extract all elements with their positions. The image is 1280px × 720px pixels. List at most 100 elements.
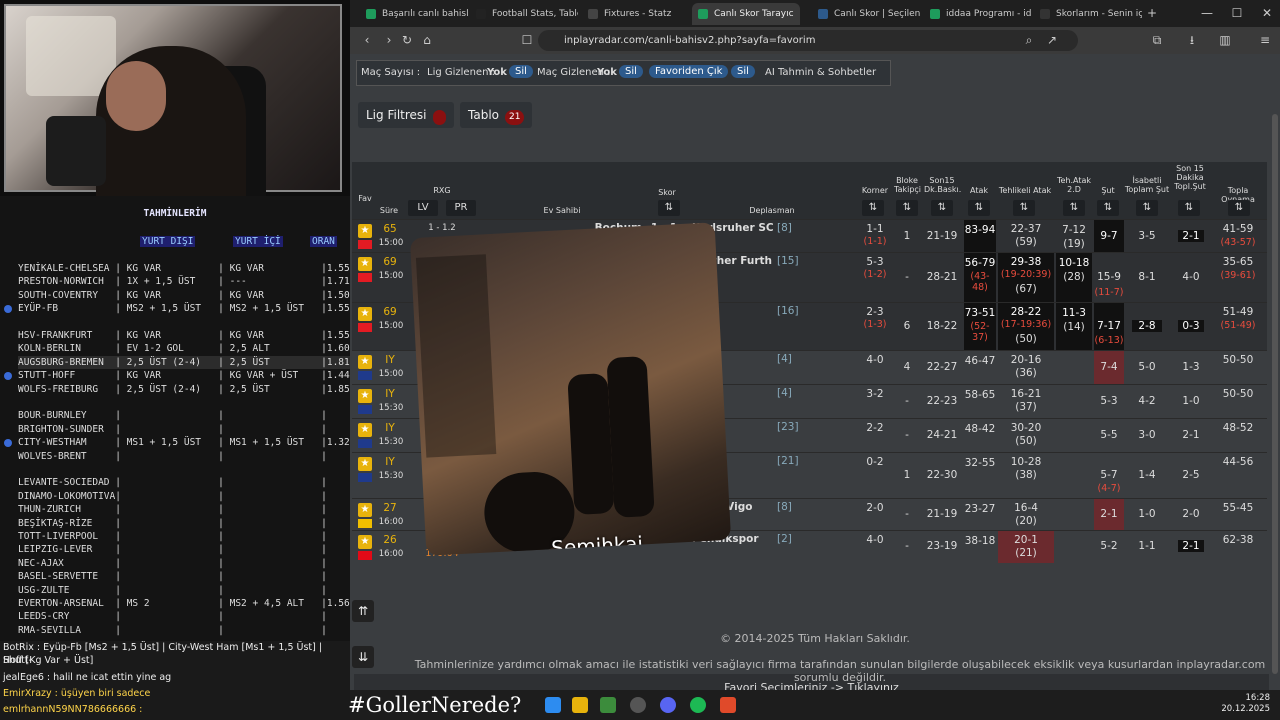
tablo-label: Tablo (468, 108, 499, 122)
header-sut: Şut (1101, 186, 1115, 195)
country-flag-icon (358, 240, 372, 249)
favorite-star-icon[interactable]: ★ (358, 503, 372, 517)
favorite-star-icon[interactable]: ★ (358, 389, 372, 403)
brave-icon[interactable] (720, 697, 736, 713)
bookmark-icon[interactable]: ☐ (520, 33, 534, 47)
lig-gizlenen-label: Lig Gizlenen : (427, 67, 495, 78)
sut-value: 5-5 (1100, 429, 1118, 441)
notes-app-icon[interactable] (600, 697, 616, 713)
away-rank: [23] (777, 421, 799, 433)
topla-oynama-value: 62-38 (1222, 534, 1254, 546)
match-start-time: 16:00 (378, 517, 404, 527)
discord-icon[interactable] (660, 697, 676, 713)
browser-tab[interactable]: Canlı Skor Tarayıc (692, 3, 800, 25)
back-icon[interactable]: ‹ (360, 33, 374, 47)
sort-lv-button[interactable]: LV (408, 200, 438, 216)
sil-button[interactable]: Sil (619, 65, 643, 78)
clock: 16:28 20.12.2025 (1221, 693, 1270, 715)
sort-icon[interactable]: ⇅ (1178, 200, 1200, 216)
sort-icon[interactable]: ⇅ (1228, 200, 1250, 216)
note-row: THUN-ZURICH | | | (18, 504, 327, 516)
sort-icon[interactable]: ⇅ (1097, 200, 1119, 216)
sort-icon[interactable]: ⇅ (931, 200, 953, 216)
sut-half: (6-13) (1094, 335, 1124, 346)
home-icon[interactable]: ⌂ (420, 33, 434, 47)
maximize-icon[interactable]: ☐ (1230, 6, 1244, 20)
away-rank: [16] (777, 305, 799, 317)
note-row: TOTT-LIVERPOOL | | | (18, 531, 327, 542)
share-icon[interactable]: ↗ (1045, 33, 1059, 47)
files-icon[interactable] (572, 697, 588, 713)
atak-value: 58-65 (964, 389, 996, 401)
favorite-star-icon[interactable]: ★ (358, 355, 372, 369)
stream-panel: TAHMİNLERİM YURT DIŞI YURT İÇİ ORAN YENİ… (0, 0, 350, 720)
scrollbar[interactable] (1272, 114, 1278, 674)
isabetli-value: 8-1 (1138, 271, 1156, 283)
favorite-star-icon[interactable]: ★ (358, 257, 372, 271)
minimize-icon[interactable]: — (1200, 6, 1214, 20)
match-start-time: 15:30 (378, 403, 404, 413)
browser-tab[interactable]: Football Stats, Tables (470, 3, 578, 25)
spotify-icon[interactable] (690, 697, 706, 713)
reload-icon[interactable]: ↻ (400, 33, 414, 47)
match-minute: IY (385, 456, 395, 468)
menu-icon[interactable]: ≡ (1258, 33, 1272, 47)
sort-icon[interactable]: ⇅ (1136, 200, 1158, 216)
tablo-button[interactable]: Tablo 21 (460, 102, 533, 128)
url-input[interactable]: inplayradar.com/canli-bahisv2.php?sayfa=… (538, 30, 1078, 51)
favorite-star-icon[interactable]: ★ (358, 423, 372, 437)
browser-tab[interactable]: iddaa Programı - idda (924, 3, 1032, 25)
clock-date: 20.12.2025 (1221, 704, 1270, 714)
favorite-star-icon[interactable]: ★ (358, 224, 372, 238)
extensions-icon[interactable]: ⧉ (1150, 33, 1164, 47)
sil-button[interactable]: Sil (731, 65, 755, 78)
lig-filtresi-label: Lig Filtresi (366, 108, 427, 122)
tab-favicon-icon (588, 9, 598, 19)
sidebar-icon[interactable]: ▥ (1218, 33, 1232, 47)
favorite-star-icon[interactable]: ★ (358, 535, 372, 549)
favoriden-cik-button[interactable]: Favoriden Çık (649, 65, 729, 78)
sort-icon[interactable]: ⇅ (1013, 200, 1035, 216)
sort-down-icon[interactable]: ⇊ (352, 646, 374, 668)
browser-tab[interactable]: Fixtures - Statz (582, 3, 690, 25)
download-icon[interactable]: ⭳ (1185, 33, 1199, 47)
lig-filtresi-button[interactable]: Lig Filtresi (358, 102, 455, 128)
tehlikeli-half: (36) (1015, 367, 1037, 379)
browser-tab[interactable]: Skorlarım - Senin için (1034, 3, 1142, 25)
note-row: BASEL-SERVETTE | | | (18, 571, 327, 583)
forward-icon[interactable]: › (382, 33, 396, 47)
sut-value: 5-3 (1100, 395, 1118, 407)
favorite-star-icon[interactable]: ★ (358, 457, 372, 471)
tehlikeli-half: (37) (1015, 401, 1037, 413)
tab-label: Canlı Skor | Seçilen m (834, 9, 920, 19)
close-icon[interactable]: ✕ (1260, 6, 1274, 20)
browser-tab[interactable]: Başarılı canlı bahisler (360, 3, 468, 25)
sort-up-icon[interactable]: ⇈ (352, 600, 374, 622)
topla-oynama-value: 48-52 (1222, 422, 1254, 434)
match-minute: IY (385, 388, 395, 400)
chat-panel: BotRix : Eyüp-Fb [Ms2 + 1,5 Üst] | City-… (0, 641, 350, 720)
browser-tab[interactable]: Canlı Skor | Seçilen m (812, 3, 920, 25)
note-row: CITY-WESTHAM | MS1 + 1,5 ÜST | MS1 + 1,5… (18, 437, 350, 449)
obs-icon[interactable] (630, 697, 646, 713)
sil-button[interactable]: Sil (509, 65, 533, 78)
zoom-icon[interactable]: ⌕ (1022, 33, 1036, 47)
note-row: AUGSBURG-BREMEN | 2,5 ÜST (2-4) | 2,5 ÜS… (18, 355, 350, 369)
sut-value: 5-2 (1100, 540, 1118, 552)
bloke-value: - (905, 429, 909, 441)
ai-dropdown[interactable]: AI Tahmin & Sohbetler (765, 67, 876, 78)
header-rxg: RXG (433, 186, 451, 195)
sort-icon[interactable]: ⇅ (1063, 200, 1085, 216)
header-skor: Skor (658, 188, 676, 197)
sort-icon[interactable]: ⇅ (658, 200, 680, 216)
sort-pr-button[interactable]: PR (446, 200, 476, 216)
teh-atak-2d-value (1056, 351, 1092, 385)
favorite-star-icon[interactable]: ★ (358, 307, 372, 321)
sort-icon[interactable]: ⇅ (968, 200, 990, 216)
match-start-time: 15:00 (378, 271, 404, 281)
sort-icon[interactable]: ⇅ (896, 200, 918, 216)
start-icon[interactable] (545, 697, 561, 713)
copyright: © 2014-2025 Tüm Hakları Saklıdır. (720, 632, 910, 645)
sort-icon[interactable]: ⇅ (862, 200, 884, 216)
new-tab-icon[interactable]: + (1145, 6, 1159, 20)
